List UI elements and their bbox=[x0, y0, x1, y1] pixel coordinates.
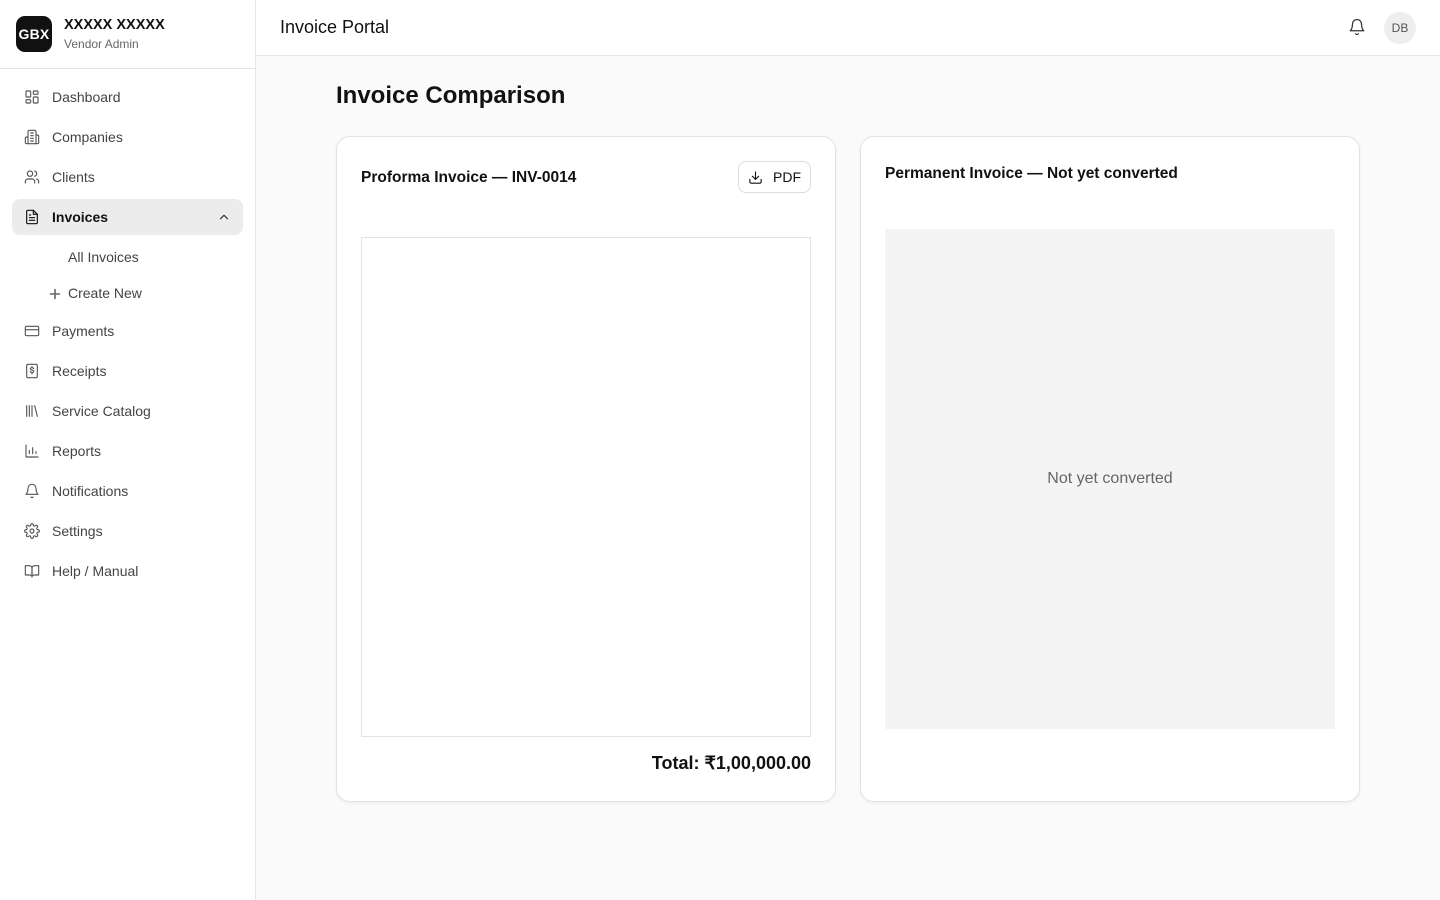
book-icon bbox=[24, 563, 40, 579]
sidebar-item-label: Settings bbox=[52, 523, 103, 539]
sidebar-item-settings[interactable]: Settings bbox=[12, 513, 243, 549]
notification-bell-icon[interactable] bbox=[1348, 18, 1368, 38]
brand-header: GBX XXXXX XXXXX Vendor Admin bbox=[0, 0, 255, 69]
brand-role: Vendor Admin bbox=[64, 37, 139, 51]
sidebar-item-label: Companies bbox=[52, 129, 123, 145]
library-icon bbox=[24, 403, 40, 419]
download-pdf-button[interactable]: PDF bbox=[738, 161, 811, 193]
sidebar-subitem-create-new[interactable]: Create New bbox=[12, 275, 243, 311]
invoice-total: Total: ₹1,00,000.00 bbox=[651, 753, 811, 773]
not-converted-placeholder: Not yet converted bbox=[885, 229, 1335, 729]
sidebar-item-receipts[interactable]: Receipts bbox=[12, 353, 243, 389]
avatar[interactable]: DB bbox=[1384, 12, 1416, 44]
sidebar-subitem-all-invoices[interactable]: All Invoices bbox=[12, 239, 243, 275]
proforma-card-title: Proforma Invoice — INV-0014 bbox=[361, 169, 577, 186]
brand-logo: GBX bbox=[16, 16, 52, 52]
sidebar-item-label: Clients bbox=[52, 169, 95, 185]
proforma-invoice-card: Proforma Invoice — INV-0014 PDF Total: ₹… bbox=[336, 136, 836, 802]
sidebar-item-label: Help / Manual bbox=[52, 563, 139, 579]
sidebar-item-companies[interactable]: Companies bbox=[12, 119, 243, 155]
sidebar-subitem-label: Create New bbox=[68, 285, 142, 301]
sidebar-item-invoices[interactable]: Invoices bbox=[12, 199, 243, 235]
invoice-preview-frame[interactable] bbox=[361, 237, 811, 737]
sidebar-item-label: Reports bbox=[52, 443, 102, 459]
dashboard-icon bbox=[24, 89, 40, 105]
download-icon bbox=[749, 170, 762, 184]
sidebar-item-clients[interactable]: Clients bbox=[12, 159, 243, 195]
bell-icon bbox=[24, 483, 40, 499]
permanent-card-title: Permanent Invoice — Not yet converted bbox=[885, 165, 1178, 182]
top-bar: Invoice Portal DB bbox=[256, 0, 1440, 56]
sidebar-item-help[interactable]: Help / Manual bbox=[12, 553, 243, 589]
sidebar-nav: Dashboard Companies Clients Invoices All… bbox=[0, 69, 255, 589]
building-icon bbox=[24, 129, 40, 145]
gear-icon bbox=[24, 523, 40, 539]
sidebar-item-label: Invoices bbox=[52, 209, 109, 225]
sidebar-item-reports[interactable]: Reports bbox=[12, 433, 243, 469]
app-title: Invoice Portal bbox=[280, 17, 390, 37]
sidebar-subitem-label: All Invoices bbox=[68, 249, 139, 265]
chevron-up-icon[interactable] bbox=[217, 210, 231, 224]
permanent-invoice-card: Permanent Invoice — Not yet converted No… bbox=[860, 136, 1360, 802]
users-icon bbox=[24, 169, 40, 185]
sidebar-item-label: Receipts bbox=[52, 363, 107, 379]
sidebar-item-label: Service Catalog bbox=[52, 403, 151, 419]
placeholder-text: Not yet converted bbox=[1047, 470, 1173, 487]
bar-chart-icon bbox=[24, 443, 40, 459]
sidebar: GBX XXXXX XXXXX Vendor Admin Dashboard C… bbox=[0, 0, 256, 900]
sidebar-item-dashboard[interactable]: Dashboard bbox=[12, 79, 243, 115]
credit-card-icon bbox=[24, 323, 40, 339]
sidebar-item-label: Notifications bbox=[52, 483, 129, 499]
brand-name: XXXXX XXXXX bbox=[64, 17, 165, 33]
sidebar-item-label: Payments bbox=[52, 323, 115, 339]
invoices-submenu: All Invoices Create New bbox=[12, 239, 243, 311]
file-text-icon bbox=[24, 209, 40, 225]
sidebar-item-payments[interactable]: Payments bbox=[12, 313, 243, 349]
sidebar-item-notifications[interactable]: Notifications bbox=[12, 473, 243, 509]
pdf-button-label: PDF bbox=[773, 169, 801, 185]
receipt-icon bbox=[24, 363, 40, 379]
page-title: Invoice Comparison bbox=[336, 82, 566, 109]
plus-icon bbox=[49, 287, 61, 300]
sidebar-item-label: Dashboard bbox=[52, 89, 121, 105]
sidebar-item-service-catalog[interactable]: Service Catalog bbox=[12, 393, 243, 429]
